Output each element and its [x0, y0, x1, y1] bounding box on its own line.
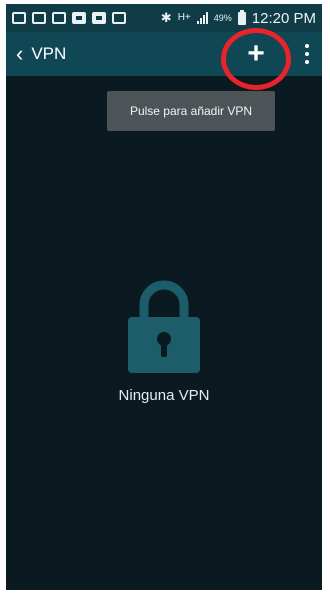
notification-icons — [12, 12, 126, 24]
photo-icon — [92, 12, 106, 24]
email-icon — [32, 12, 46, 24]
lock-icon — [128, 280, 200, 373]
back-button[interactable]: ‹ VPN — [6, 32, 72, 76]
status-bar: ✱ H+ 49% 12:20 PM — [6, 4, 322, 32]
page-title: VPN — [31, 44, 67, 63]
device-screen: ✱ H+ 49% 12:20 PM ‹ VPN + Pulse para aña… — [6, 4, 322, 590]
overflow-dot — [305, 52, 309, 56]
status-right: ✱ H+ 49% 12:20 PM — [160, 9, 316, 27]
file-icon — [72, 12, 86, 24]
plus-icon: + — [247, 37, 265, 70]
clock: 12:20 PM — [251, 9, 316, 27]
overflow-dot — [305, 44, 309, 48]
signal-icon — [196, 12, 208, 24]
bluetooth-icon: ✱ — [160, 10, 172, 25]
shop-icon — [112, 12, 126, 24]
tooltip-text: Pulse para añadir VPN — [129, 104, 253, 118]
overflow-dot — [305, 60, 309, 64]
empty-state-label: Ninguna VPN — [118, 387, 210, 404]
network-type: H+ — [177, 12, 191, 23]
add-vpn-button[interactable]: + — [238, 36, 274, 72]
battery-percent: 49% — [213, 13, 232, 23]
email-icon — [52, 12, 66, 24]
more-options-button[interactable] — [296, 38, 318, 70]
gallery-icon — [12, 12, 26, 24]
battery-icon — [237, 9, 246, 25]
add-vpn-tooltip: Pulse para añadir VPN — [107, 91, 275, 131]
chevron-left-icon: ‹ — [16, 41, 24, 66]
empty-state: Ninguna VPN — [6, 279, 322, 404]
action-bar: ‹ VPN + — [6, 32, 322, 76]
